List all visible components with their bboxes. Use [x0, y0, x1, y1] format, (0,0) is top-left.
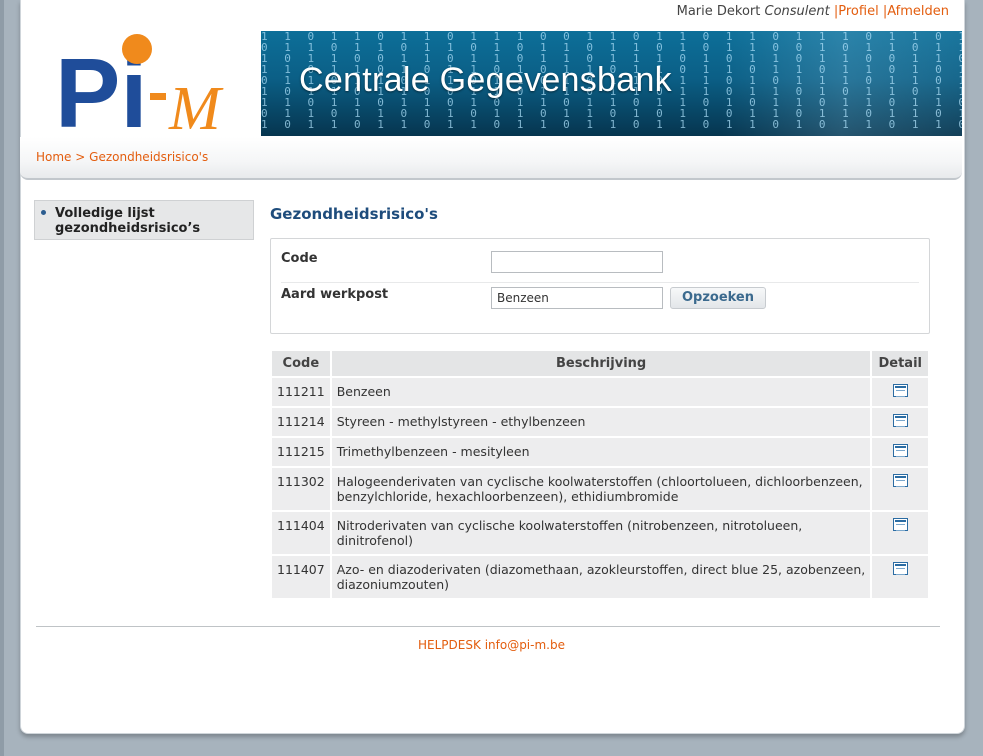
column-header-code: Code: [272, 351, 330, 376]
row-description: Nitroderivaten van cyclische koolwaterst…: [331, 512, 871, 554]
logo-m: M: [168, 75, 224, 133]
detail-icon[interactable]: [892, 384, 908, 397]
table-row: 111404 Nitroderivaten van cyclische kool…: [272, 512, 928, 554]
row-code: 111211: [272, 378, 330, 406]
header-banner: 1 1 0 1 1 0 1 1 0 1 1 1 0 0 1 1 0 1 1 0 …: [261, 31, 962, 136]
page: Marie Dekort Consulent |Profiel |Afmelde…: [0, 0, 983, 756]
breadcrumb: Home > Gezondheidsrisico's: [36, 150, 208, 164]
table-row: 111214 Styreen - methylstyreen - ethylbe…: [272, 408, 928, 436]
pi-m-logo[interactable]: Pi M: [55, 33, 240, 133]
logo-dash: [150, 93, 166, 100]
detail-icon[interactable]: [892, 518, 908, 531]
profile-link[interactable]: Profiel: [838, 4, 878, 19]
table-row: 111215 Trimethylbenzeen - mesityleen: [272, 438, 928, 466]
detail-icon[interactable]: [892, 414, 908, 427]
footer-divider: [36, 626, 940, 627]
helpdesk-email[interactable]: info@pi-m.be: [485, 638, 565, 652]
detail-cell: [872, 512, 928, 554]
row-description: Benzeen: [331, 378, 871, 406]
search-button[interactable]: Opzoeken: [670, 287, 766, 309]
aard-werkpost-input[interactable]: [491, 287, 663, 309]
row-description: Styreen - methylstyreen - ethylbenzeen: [331, 408, 871, 436]
user-role: Consulent: [764, 4, 830, 19]
detail-cell: [872, 408, 928, 436]
table-row: 111302 Halogeenderivaten van cyclische k…: [272, 468, 928, 510]
banner-title: Centrale Gegevensbank: [299, 61, 672, 99]
page-title: Gezondheidsrisico's: [270, 205, 438, 223]
column-header-detail: Detail: [872, 351, 928, 376]
row-description: Halogeenderivaten van cyclische koolwate…: [331, 468, 871, 510]
helpdesk-label: HELPDESK: [418, 638, 481, 652]
row-code: 111404: [272, 512, 330, 554]
detail-cell: [872, 438, 928, 466]
detail-icon[interactable]: [892, 444, 908, 457]
user-bar: Marie Dekort Consulent |Profiel |Afmelde…: [677, 4, 949, 19]
detail-icon[interactable]: [892, 562, 908, 575]
code-label: Code: [281, 251, 318, 266]
table-row: 111211 Benzeen: [272, 378, 928, 406]
breadcrumb-current[interactable]: Gezondheidsrisico's: [89, 150, 208, 164]
search-form: Code Aard werkpost Opzoeken: [270, 238, 930, 334]
column-header-description: Beschrijving: [331, 351, 871, 376]
user-name: Marie Dekort: [676, 4, 761, 19]
results-table: Code Beschrijving Detail 111211 Benzeen …: [270, 349, 930, 600]
table-row: 111407 Azo- en diazoderivaten (diazometh…: [272, 556, 928, 598]
bullet-icon: [41, 210, 46, 215]
detail-cell: [872, 556, 928, 598]
sidebar-item-full-list[interactable]: Volledige lijst gezondheidsrisico’s: [34, 200, 254, 240]
detail-cell: [872, 468, 928, 510]
breadcrumb-separator: >: [75, 150, 86, 164]
row-code: 111302: [272, 468, 330, 510]
row-description: Trimethylbenzeen - mesityleen: [331, 438, 871, 466]
row-code: 111407: [272, 556, 330, 598]
detail-icon[interactable]: [892, 474, 908, 487]
breadcrumb-bar: Home > Gezondheidsrisico's: [20, 137, 962, 180]
footer: HELPDESK info@pi-m.be: [0, 638, 983, 652]
table-header-row: Code Beschrijving Detail: [272, 351, 928, 376]
row-description: Azo- en diazoderivaten (diazomethaan, az…: [331, 556, 871, 598]
aard-werkpost-label: Aard werkpost: [281, 287, 389, 302]
row-code: 111215: [272, 438, 330, 466]
logo-dot: [122, 34, 152, 64]
sidebar-item-label: Volledige lijst gezondheidsrisico’s: [55, 206, 201, 236]
banner-glow: [721, 31, 962, 136]
breadcrumb-home[interactable]: Home: [36, 150, 71, 164]
code-input[interactable]: [491, 251, 663, 273]
logout-link[interactable]: Afmelden: [887, 4, 949, 19]
row-code: 111214: [272, 408, 330, 436]
detail-cell: [872, 378, 928, 406]
form-divider: [281, 282, 919, 283]
